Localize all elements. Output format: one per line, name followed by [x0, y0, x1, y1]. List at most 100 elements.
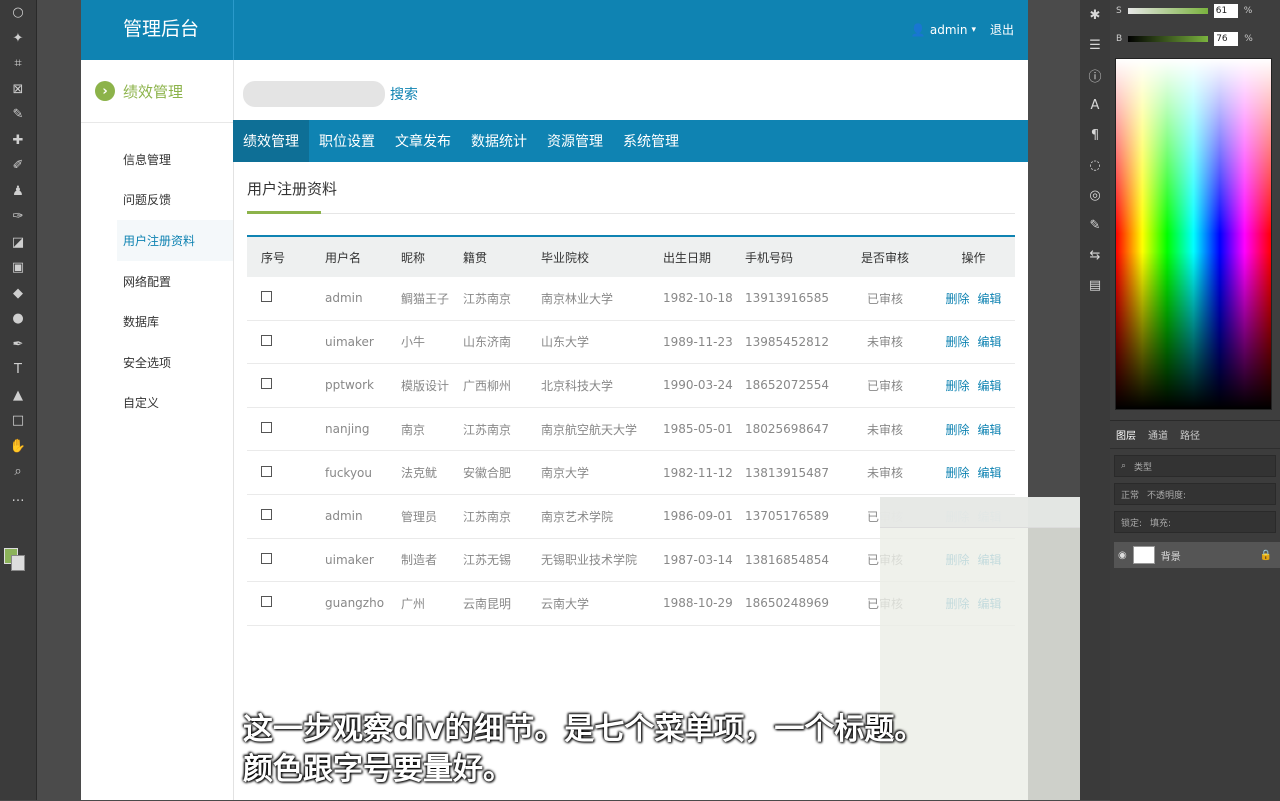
row-checkbox[interactable] — [261, 422, 272, 434]
edit-link[interactable]: 编辑 — [978, 335, 1002, 349]
search-input[interactable] — [243, 81, 385, 107]
blur-tool-icon[interactable]: ◆ — [0, 281, 36, 307]
cell-school: 云南大学 — [540, 581, 662, 626]
adjustments-icon[interactable]: ⇆ — [1080, 240, 1110, 270]
more-tools-icon[interactable]: … — [0, 485, 36, 511]
row-checkbox[interactable] — [261, 465, 272, 477]
path-select-tool-icon[interactable]: ▲ — [0, 383, 36, 409]
sidebar-item-user-registration[interactable]: 用户注册资料 — [117, 220, 233, 261]
fill-label: 填充: — [1150, 518, 1172, 529]
gradient-tool-icon[interactable]: ▣ — [0, 255, 36, 281]
layer-kind-filter[interactable]: ⌕ 类型 — [1114, 455, 1276, 477]
ps-panel-icon-2[interactable]: ☰ — [1080, 30, 1110, 60]
table-row: uimaker 小牛 山东济南 山东大学 1989-11-23 13985452… — [247, 320, 1015, 365]
user-area: 👤 admin ▾ 退出 — [911, 21, 1014, 38]
nav-resources[interactable]: 资源管理 — [537, 120, 613, 162]
logout-link[interactable]: 退出 — [990, 21, 1014, 38]
shape-tool-icon[interactable]: □ — [0, 408, 36, 434]
brightness-value[interactable]: 76 — [1214, 32, 1239, 46]
sidebar-item-security[interactable]: 安全选项 — [81, 342, 233, 383]
eyedropper-tool-icon[interactable]: ✎ — [0, 102, 36, 128]
brightness-slider[interactable] — [1128, 36, 1209, 42]
edit-link[interactable]: 编辑 — [978, 466, 1002, 480]
brush-panel-icon[interactable]: ✎ — [1080, 210, 1110, 240]
row-checkbox[interactable] — [261, 291, 272, 303]
text-tool-icon[interactable]: T — [0, 357, 36, 383]
delete-link[interactable]: 删除 — [945, 466, 969, 480]
nav-positions[interactable]: 职位设置 — [309, 120, 385, 162]
properties-icon[interactable]: ▤ — [1080, 270, 1110, 300]
delete-link[interactable]: 删除 — [945, 335, 969, 349]
background-color-swatch[interactable] — [11, 555, 25, 571]
paragraph-icon[interactable]: ¶ — [1080, 120, 1110, 150]
edit-link[interactable]: 编辑 — [978, 423, 1002, 437]
saturation-slider[interactable] — [1127, 8, 1208, 14]
zoom-tool-icon[interactable]: ⌕ — [0, 459, 36, 485]
caption-line-1: 这一步观察div的细节。是七个菜单项，一个标题。 — [243, 712, 925, 747]
dodge-tool-icon[interactable]: ● — [0, 306, 36, 332]
sidebar-header: › 绩效管理 — [81, 60, 233, 123]
info-icon[interactable]: ⓘ — [1080, 60, 1110, 90]
blend-mode: 正常 — [1121, 490, 1140, 501]
sidebar-item-feedback[interactable]: 问题反馈 — [81, 180, 233, 221]
cell-username: pptwork — [324, 363, 400, 408]
brush-tool-icon[interactable]: ✐ — [0, 153, 36, 179]
saturation-value[interactable]: 61 — [1213, 4, 1238, 18]
edit-link[interactable]: 编辑 — [978, 292, 1002, 306]
cell-username: fuckyou — [324, 450, 400, 495]
sidebar-item-custom[interactable]: 自定义 — [81, 383, 233, 424]
eraser-tool-icon[interactable]: ◪ — [0, 230, 36, 256]
character-icon[interactable]: A — [1080, 90, 1110, 120]
sidebar-item-network[interactable]: 网络配置 — [81, 261, 233, 302]
stamp-tool-icon[interactable]: ♟ — [0, 179, 36, 205]
table-row: admin 鲷猫王子 江苏南京 南京林业大学 1982-10-18 139139… — [247, 277, 1015, 321]
crop-tool-icon[interactable]: ⌗ — [0, 51, 36, 77]
ps-panel-icon-1[interactable]: ✱ — [1080, 0, 1110, 30]
blend-mode-row[interactable]: 正常 不透明度: — [1114, 483, 1276, 505]
logo-title: 管理后台 — [123, 18, 200, 40]
history-brush-icon[interactable]: ✑ — [0, 204, 36, 230]
row-checkbox[interactable] — [261, 509, 272, 521]
cell-birth: 1990-03-24 — [662, 363, 744, 408]
row-checkbox[interactable] — [261, 552, 272, 564]
cell-nickname: 制造者 — [400, 538, 462, 583]
row-checkbox[interactable] — [261, 378, 272, 390]
nav-statistics[interactable]: 数据统计 — [461, 120, 537, 162]
logo-box: 管理后台 — [81, 0, 234, 60]
edit-link[interactable]: 编辑 — [978, 379, 1002, 393]
search-button[interactable]: 搜索 — [390, 84, 418, 104]
magic-wand-tool-icon[interactable]: ✦ — [0, 26, 36, 52]
title-divider — [247, 213, 1015, 214]
chevron-down-icon[interactable]: ▾ — [971, 25, 976, 35]
nav-articles[interactable]: 文章发布 — [385, 120, 461, 162]
col-header: 用户名 — [325, 250, 362, 265]
cell-school: 北京科技大学 — [540, 363, 662, 408]
sidebar-item-info[interactable]: 信息管理 — [81, 139, 233, 180]
row-checkbox[interactable] — [261, 334, 272, 346]
frame-tool-icon[interactable]: ⊠ — [0, 77, 36, 103]
col-header: 毕业院校 — [541, 250, 590, 265]
delete-link[interactable]: 删除 — [945, 423, 969, 437]
row-checkbox[interactable] — [261, 596, 272, 608]
cell-nickname: 模版设计 — [400, 363, 462, 408]
tab-channels[interactable]: 通道 — [1148, 427, 1168, 442]
delete-link[interactable]: 删除 — [945, 292, 969, 306]
tab-paths[interactable]: 路径 — [1180, 427, 1200, 442]
cell-origin: 江苏南京 — [462, 277, 540, 321]
delete-link[interactable]: 删除 — [945, 379, 969, 393]
layer-background[interactable]: ◉ 背景 🔒 — [1114, 542, 1280, 568]
pen-tool-icon[interactable]: ✒ — [0, 332, 36, 358]
lasso-tool-icon[interactable]: ○ — [0, 0, 36, 26]
tab-layers[interactable]: 图层 — [1116, 427, 1136, 442]
healing-tool-icon[interactable]: ✚ — [0, 128, 36, 154]
sidebar-item-database[interactable]: 数据库 — [81, 301, 233, 342]
user-name[interactable]: admin — [930, 23, 968, 37]
eye-icon[interactable]: ◉ — [1118, 550, 1127, 561]
nav-performance[interactable]: 绩效管理 — [233, 120, 309, 162]
hand-tool-icon[interactable]: ✋ — [0, 434, 36, 460]
ps-panel-icons: ✱ ☰ ⓘ A ¶ ◌ ◎ ✎ ⇆ ▤ — [1080, 0, 1111, 800]
color-spectrum[interactable] — [1115, 58, 1272, 410]
nav-system[interactable]: 系统管理 — [613, 120, 689, 162]
libraries-icon[interactable]: ◎ — [1080, 180, 1110, 210]
bulb-icon[interactable]: ◌ — [1080, 150, 1110, 180]
